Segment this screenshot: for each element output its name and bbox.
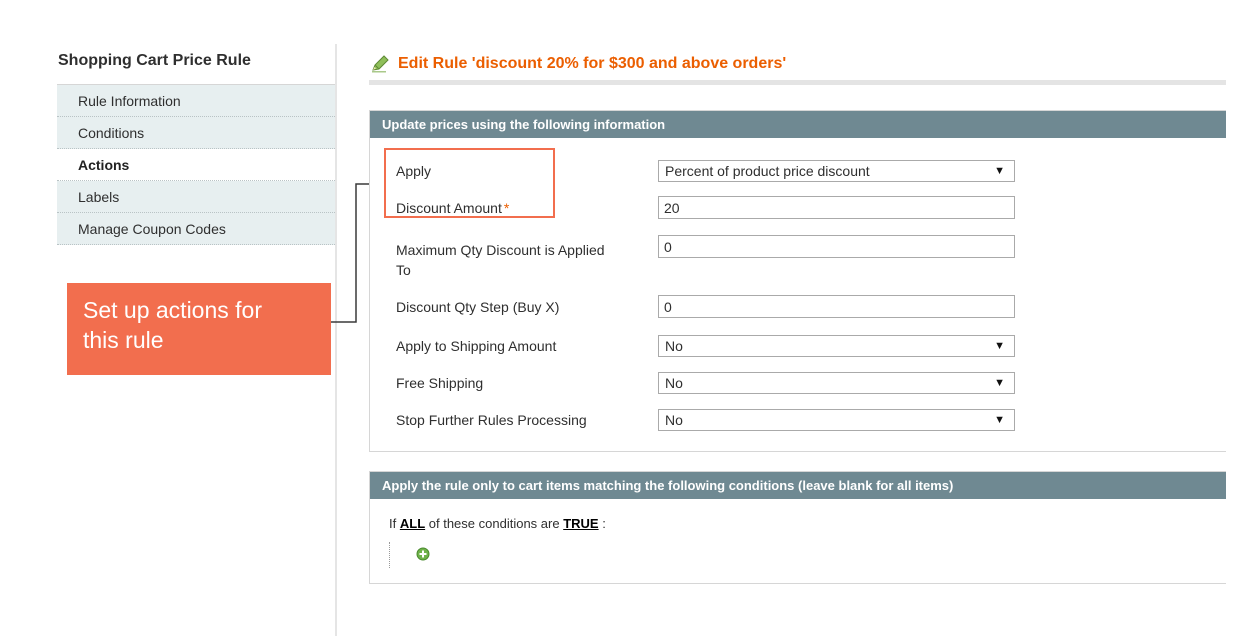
apply-shipping-label: Apply to Shipping Amount <box>396 338 557 354</box>
max-qty-label: Maximum Qty Discount is Applied To <box>396 240 605 280</box>
sidebar-tabs: Rule Information Conditions Actions Labe… <box>57 84 335 245</box>
aggregator-link[interactable]: ALL <box>400 516 425 531</box>
callout-line-2: this rule <box>83 327 164 353</box>
add-condition-icon[interactable] <box>416 547 430 561</box>
apply-shipping-value: No <box>665 338 683 354</box>
apply-select[interactable]: Percent of product price discount ▼ <box>658 160 1015 182</box>
apply-shipping-select[interactable]: No ▼ <box>658 335 1015 357</box>
stop-rules-select[interactable]: No ▼ <box>658 409 1015 431</box>
discount-amount-label-text: Discount Amount <box>396 200 502 216</box>
pencil-edit-icon <box>372 55 389 73</box>
conditions-middle: of these conditions are <box>428 516 560 531</box>
max-qty-label-line2: To <box>396 262 411 278</box>
sidebar-item-actions[interactable]: Actions <box>57 149 335 181</box>
max-qty-input[interactable] <box>658 235 1015 258</box>
sidebar-item-rule-information[interactable]: Rule Information <box>57 85 335 117</box>
actions-fieldset-header: Update prices using the following inform… <box>370 111 1226 138</box>
value-link[interactable]: TRUE <box>563 516 598 531</box>
free-shipping-value: No <box>665 375 683 391</box>
page-title: Edit Rule 'discount 20% for $300 and abo… <box>371 55 786 73</box>
apply-label: Apply <box>396 163 432 179</box>
conditions-fieldset-header: Apply the rule only to cart items matchi… <box>370 472 1226 499</box>
conditions-suffix: : <box>602 516 606 531</box>
sidebar-item-conditions[interactable]: Conditions <box>57 117 335 149</box>
conditions-prefix: If <box>389 516 397 531</box>
qty-step-input[interactable] <box>658 295 1015 318</box>
page-title-text: Edit Rule 'discount 20% for $300 and abo… <box>398 55 787 72</box>
apply-select-value: Percent of product price discount <box>665 163 870 179</box>
chevron-down-icon: ▼ <box>994 414 1005 426</box>
chevron-down-icon: ▼ <box>994 340 1005 352</box>
qty-step-label: Discount Qty Step (Buy X) <box>396 299 560 315</box>
chevron-down-icon: ▼ <box>994 165 1005 177</box>
sidebar-title: Shopping Cart Price Rule <box>58 52 251 69</box>
free-shipping-select[interactable]: No ▼ <box>658 372 1015 394</box>
stop-rules-label: Stop Further Rules Processing <box>396 412 587 428</box>
page-root: Shopping Cart Price Rule Rule Informatio… <box>0 0 1255 636</box>
stop-rules-value: No <box>665 412 683 428</box>
callout-line-1: Set up actions for <box>83 297 262 323</box>
sidebar-item-manage-coupon-codes[interactable]: Manage Coupon Codes <box>57 213 335 245</box>
annotation-callout: Set up actions for this rule <box>67 283 331 375</box>
sidebar-divider <box>335 44 337 636</box>
chevron-down-icon: ▼ <box>994 377 1005 389</box>
discount-amount-input[interactable] <box>658 196 1015 219</box>
conditions-statement: If ALL of these conditions are TRUE : <box>389 516 606 531</box>
discount-amount-label: Discount Amount * <box>396 198 509 218</box>
conditions-tree-line <box>389 542 390 568</box>
max-qty-label-line1: Maximum Qty Discount is Applied <box>396 242 605 258</box>
title-separator <box>369 80 1226 85</box>
sidebar-item-labels[interactable]: Labels <box>57 181 335 213</box>
required-mark: * <box>503 200 510 216</box>
free-shipping-label: Free Shipping <box>396 375 484 391</box>
